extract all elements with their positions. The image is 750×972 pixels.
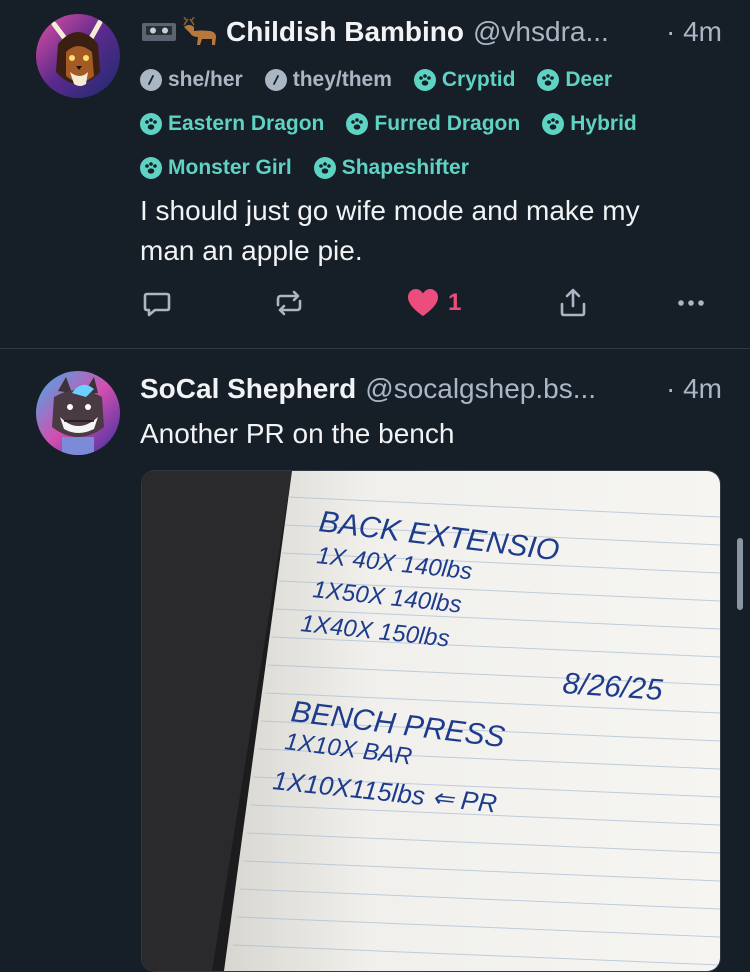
slash-badge-icon bbox=[140, 69, 162, 91]
author-display-name[interactable]: Childish Bambino bbox=[226, 16, 464, 48]
more-dots-icon bbox=[678, 300, 704, 306]
repost-button[interactable] bbox=[272, 280, 306, 326]
label-row: Monster Girl Shapeshifter bbox=[140, 146, 720, 190]
paw-badge-icon bbox=[140, 113, 162, 135]
label-they-them[interactable]: they/them bbox=[264, 68, 392, 92]
label-furred-dragon[interactable]: Furred Dragon bbox=[346, 112, 520, 136]
label-monster-girl[interactable]: Monster Girl bbox=[140, 156, 292, 180]
label-text: they/them bbox=[292, 68, 392, 91]
reply-button[interactable] bbox=[140, 280, 174, 326]
label-row: Eastern Dragon Furred Dragon Hybrid bbox=[140, 102, 720, 146]
label-text: Deer bbox=[565, 68, 613, 91]
name-emoji-vhs-deer bbox=[140, 17, 220, 47]
label-text: Eastern Dragon bbox=[168, 112, 325, 135]
author-display-name[interactable]: SoCal Shepherd bbox=[140, 373, 356, 405]
post-socal-shepherd[interactable]: SoCal Shepherd @socalgshep.bs... · 4m An… bbox=[0, 348, 750, 972]
avatar[interactable] bbox=[36, 371, 120, 455]
label-text: she/her bbox=[168, 68, 243, 91]
label-text: Cryptid bbox=[441, 68, 516, 91]
like-count: 1 bbox=[448, 289, 462, 316]
share-icon bbox=[560, 288, 586, 317]
like-button[interactable]: 1 bbox=[406, 280, 461, 326]
author-row: SoCal Shepherd @socalgshep.bs... · 4m bbox=[140, 369, 722, 409]
post-actions: 1 bbox=[140, 280, 720, 326]
post-time[interactable]: · 4m bbox=[656, 16, 722, 48]
share-button[interactable] bbox=[556, 280, 590, 326]
post-text: I should just go wife mode and make my m… bbox=[140, 191, 725, 271]
more-options-button[interactable] bbox=[674, 280, 708, 326]
label-text: Hybrid bbox=[570, 112, 637, 135]
label-she-her[interactable]: she/her bbox=[140, 68, 243, 92]
paw-badge-icon bbox=[140, 157, 162, 179]
label-text: Furred Dragon bbox=[374, 112, 521, 135]
label-deer[interactable]: Deer bbox=[537, 68, 612, 92]
notebook-photo: BACK EXTENSIO 1X 40X 140lbs 1X50X 140lbs… bbox=[142, 471, 720, 971]
post-childish-bambino[interactable]: Childish Bambino @vhsdra... · 4m she/her… bbox=[0, 0, 750, 348]
repost-icon bbox=[276, 290, 302, 316]
label-eastern-dragon[interactable]: Eastern Dragon bbox=[140, 112, 324, 136]
post-text-line: I should just go wife mode and make my bbox=[140, 195, 640, 226]
label-row: she/her they/them Cryptid Deer bbox=[140, 58, 720, 102]
paw-badge-icon bbox=[346, 113, 369, 135]
author-handle[interactable]: @vhsdra... bbox=[473, 16, 609, 48]
post-text-line: man an apple pie. bbox=[140, 235, 363, 266]
label-shapeshifter[interactable]: Shapeshifter bbox=[313, 156, 469, 180]
post-time[interactable]: · 4m bbox=[656, 373, 722, 405]
note-line: 8/26/25 bbox=[562, 667, 664, 707]
label-text: Monster Girl bbox=[168, 156, 292, 179]
post-image[interactable]: BACK EXTENSIO 1X 40X 140lbs 1X50X 140lbs… bbox=[141, 470, 721, 972]
avatar[interactable] bbox=[36, 14, 120, 98]
paw-badge-icon bbox=[313, 157, 336, 179]
profile-labels: she/her they/them Cryptid Deer Eastern D… bbox=[140, 58, 720, 190]
reply-icon bbox=[143, 292, 171, 317]
author-row: Childish Bambino @vhsdra... · 4m bbox=[140, 12, 722, 52]
label-cryptid[interactable]: Cryptid bbox=[413, 68, 516, 92]
paw-badge-icon bbox=[537, 69, 560, 91]
post-text: Another PR on the bench bbox=[140, 418, 455, 449]
label-hybrid[interactable]: Hybrid bbox=[542, 112, 637, 136]
label-text: Shapeshifter bbox=[341, 156, 469, 179]
author-handle[interactable]: @socalgshep.bs... bbox=[365, 373, 596, 405]
paw-badge-icon bbox=[413, 69, 436, 91]
heart-icon bbox=[408, 289, 438, 316]
paw-badge-icon bbox=[542, 113, 565, 135]
slash-badge-icon bbox=[264, 69, 287, 91]
scrollbar-thumb[interactable] bbox=[737, 538, 743, 610]
